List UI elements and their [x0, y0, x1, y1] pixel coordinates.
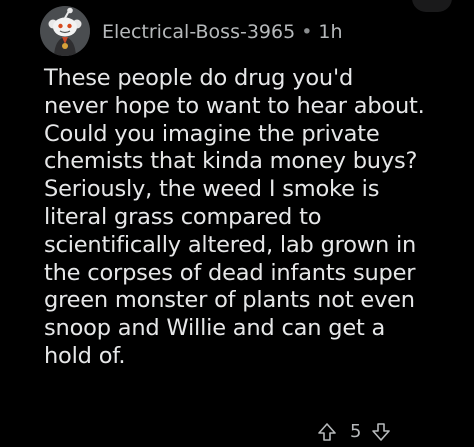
meta-separator: •: [301, 21, 313, 43]
vote-score: 5: [350, 421, 362, 442]
comment-meta: Electrical-Boss-3965 • 1h: [102, 19, 343, 45]
comment-line: green monster of plants not even: [44, 287, 415, 314]
comment-age: 1h: [318, 21, 343, 43]
comment-actions: 5: [0, 421, 474, 447]
comment-line: scientifically altered, lab grown in: [44, 231, 417, 258]
comment-line: These people do drug you'd: [44, 65, 354, 91]
comment-line: Seriously, the weed I smoke is: [44, 176, 380, 203]
snoo-avatar-icon: [40, 6, 90, 56]
comment-line: never hope to want to hear about.: [44, 92, 425, 119]
user-avatar[interactable]: [40, 6, 90, 56]
comment-line: literal grass compared to: [44, 203, 322, 230]
overflow-button[interactable]: [412, 0, 452, 12]
comment-line: hold of.: [44, 342, 126, 369]
comment: Electrical-Boss-3965 • 1h These people d…: [0, 0, 474, 442]
comment-body: These people do drug you'd never hope to…: [44, 65, 464, 371]
comment-line: the corpses of dead infants super: [44, 259, 416, 286]
downvote-icon[interactable]: [372, 423, 390, 441]
author-name[interactable]: Electrical-Boss-3965: [102, 21, 295, 43]
comment-line: Could you imagine the private: [44, 120, 380, 147]
upvote-icon[interactable]: [318, 423, 336, 441]
comment-line: snoop and Willie and can get a: [44, 315, 386, 342]
comment-line: chemists that kinda money buys?: [44, 148, 418, 175]
